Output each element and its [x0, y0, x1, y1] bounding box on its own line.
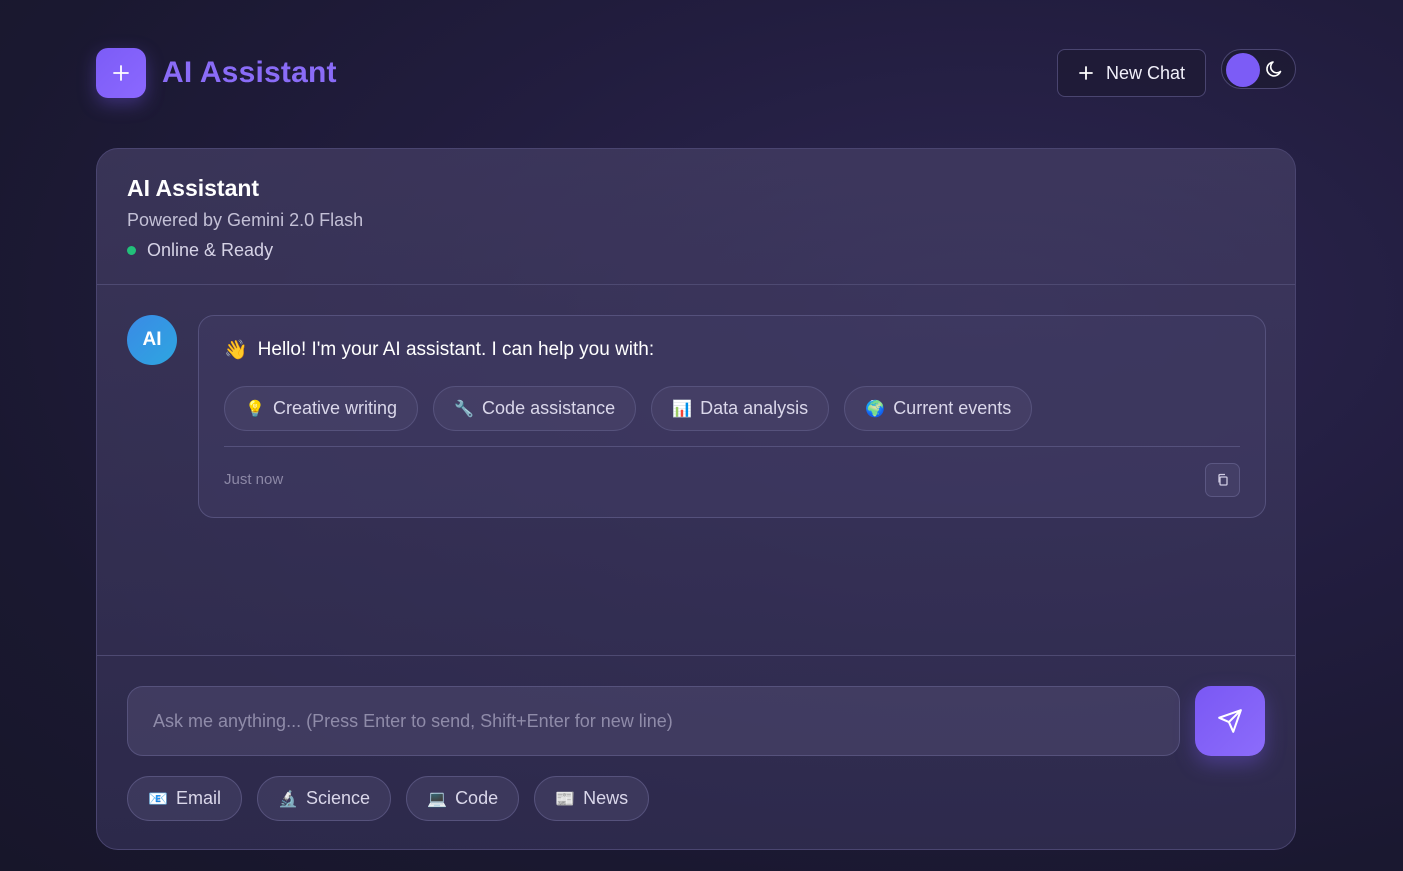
new-chat-label: New Chat [1105, 62, 1186, 83]
status-dot [127, 246, 136, 255]
chip-code-assistance[interactable]: 🔧 Code assistance [433, 386, 637, 431]
message-list: AI 👋 Hello! I'm your AI assistant. I can… [97, 285, 1295, 655]
chat-title: AI Assistant [127, 175, 260, 201]
globe-icon: 🌍 [865, 400, 886, 418]
quick-science-button[interactable]: 🔬 Science [257, 776, 392, 821]
plus-icon [1079, 66, 1093, 80]
chat-card: AI Assistant Powered by Gemini 2.0 Flash… [96, 148, 1296, 850]
message-timestamp: Just now [224, 471, 284, 488]
new-chat-button[interactable]: New Chat [1057, 49, 1206, 97]
moon-icon [1266, 61, 1282, 77]
chip-label: Current events [893, 398, 1012, 418]
chip-current-events[interactable]: 🌍 Current events [844, 386, 1033, 431]
quick-label: News [583, 788, 629, 808]
email-icon: 📧 [148, 790, 168, 808]
greeting-line: 👋 Hello! I'm your AI assistant. I can he… [224, 338, 1240, 362]
chat-subtitle: Powered by Gemini 2.0 Flash [127, 210, 364, 230]
quick-email-button[interactable]: 📧 Email [127, 776, 243, 821]
theme-toggle[interactable] [1221, 49, 1296, 89]
chip-creative-writing[interactable]: 💡 Creative writing [224, 386, 419, 431]
lightbulb-icon: 💡 [245, 400, 265, 418]
send-button[interactable] [1195, 686, 1265, 756]
chip-label: Data analysis [700, 398, 809, 418]
toggle-knob [1226, 53, 1260, 87]
code-icon: 💻 [427, 790, 448, 808]
chip-label: Creative writing [273, 398, 398, 418]
quick-label: Email [176, 788, 222, 808]
message-bubble: 👋 Hello! I'm your AI assistant. I can he… [198, 315, 1266, 518]
brand: AI Assistant [96, 48, 337, 98]
copy-icon [1217, 473, 1228, 486]
quick-label: Science [306, 788, 371, 808]
bar-chart-icon: 📊 [672, 400, 693, 418]
wave-icon: 👋 [224, 340, 248, 361]
chip-data-analysis[interactable]: 📊 Data analysis [651, 386, 830, 431]
quick-code-button[interactable]: 💻 Code [406, 776, 520, 821]
quick-label: Code [455, 788, 499, 808]
microscope-icon: 🔬 [278, 790, 298, 808]
chat-header: AI Assistant Powered by Gemini 2.0 Flash… [97, 149, 1295, 285]
status-text: Online & Ready [147, 240, 274, 260]
quick-news-button[interactable]: 📰 News [534, 776, 650, 821]
capability-chips: 💡 Creative writing 🔧 Code assistance 📊 D… [224, 386, 1240, 431]
brand-title: AI Assistant [162, 56, 337, 89]
message-footer: Just now [224, 446, 1240, 516]
wrench-icon: 🔧 [454, 400, 474, 418]
ai-avatar: AI [127, 315, 177, 365]
status-indicator: Online & Ready [127, 240, 1265, 261]
newspaper-icon: 📰 [555, 790, 576, 808]
sparkle-icon [96, 48, 146, 98]
app-header: AI Assistant New Chat [96, 48, 1296, 98]
greeting-text: Hello! I'm your AI assistant. I can help… [257, 339, 655, 360]
send-icon [1218, 709, 1242, 733]
message-input[interactable] [127, 686, 1180, 756]
copy-button[interactable] [1205, 463, 1240, 497]
quick-actions: 📧 Email 🔬 Science 💻 Code 📰 News [127, 776, 650, 821]
composer: 📧 Email 🔬 Science 💻 Code 📰 News [97, 655, 1295, 849]
chip-label: Code assistance [482, 398, 616, 418]
